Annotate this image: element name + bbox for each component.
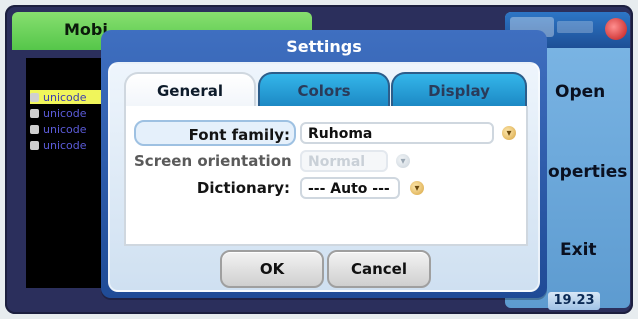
file-icon — [30, 92, 39, 102]
chevron-down-icon: ▾ — [396, 154, 410, 168]
list-item-label: unicode — [43, 122, 87, 136]
chevron-down-icon[interactable]: ▾ — [502, 126, 516, 140]
screen-orientation-label: Screen orientation — [134, 152, 292, 170]
open-softkey[interactable]: Open — [555, 82, 605, 102]
list-item[interactable]: unicode — [30, 106, 102, 120]
list-item[interactable]: unicode — [30, 122, 102, 136]
exit-softkey[interactable]: Exit — [560, 240, 597, 260]
tab-colors-label: Colors — [297, 82, 351, 100]
list-item-label: unicode — [43, 138, 87, 152]
list-item[interactable]: unicode — [30, 90, 102, 104]
tab-display[interactable]: Display — [391, 72, 527, 108]
font-family-select[interactable]: Ruhoma — [300, 122, 494, 144]
tab-general-label: General — [157, 82, 223, 100]
tab-colors[interactable]: Colors — [258, 72, 390, 108]
list-item-label: unicode — [43, 90, 87, 104]
alert-icon[interactable] — [605, 18, 627, 40]
chevron-down-icon[interactable]: ▾ — [410, 181, 424, 195]
file-icon — [30, 124, 39, 134]
dictionary-select[interactable]: --- Auto --- — [300, 177, 400, 199]
tab-general[interactable]: General — [124, 72, 256, 108]
file-icon — [30, 140, 39, 150]
file-icon — [30, 108, 39, 118]
battery-icon — [557, 21, 593, 33]
screen-orientation-select: Normal — [300, 150, 388, 172]
tab-display-label: Display — [428, 82, 490, 100]
cancel-button[interactable]: Cancel — [327, 250, 431, 288]
dialog-title: Settings — [286, 37, 362, 56]
list-item[interactable]: unicode — [30, 138, 102, 152]
properties-softkey[interactable]: operties — [548, 162, 627, 182]
ok-button[interactable]: OK — [220, 250, 324, 288]
list-item-label: unicode — [43, 106, 87, 120]
clock: 19.23 — [548, 292, 600, 310]
font-family-label: Font family: — [134, 120, 296, 146]
dictionary-label: Dictionary: — [196, 179, 290, 197]
